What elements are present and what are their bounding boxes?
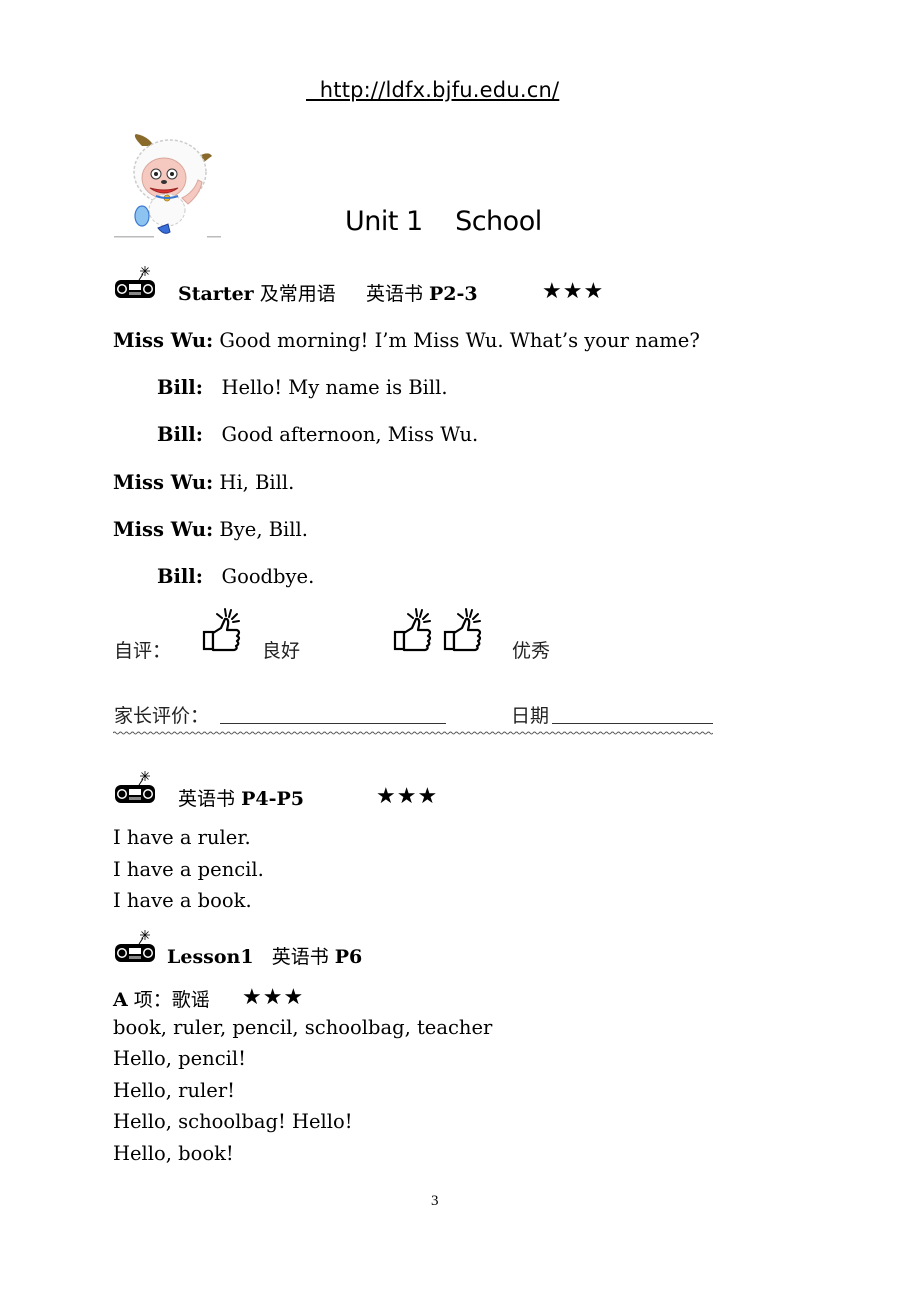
sheep-mascot-image bbox=[114, 134, 221, 238]
parent-eval-label: 家长评价： bbox=[114, 705, 210, 727]
header-url-link[interactable]: http://ldfx.bjfu.edu.cn/ bbox=[306, 78, 559, 102]
wavy-divider bbox=[113, 731, 713, 735]
dialogue-line: Miss Wu: Hi, Bill. bbox=[113, 471, 294, 494]
date-label: 日期 bbox=[511, 705, 550, 727]
part-label: A bbox=[113, 989, 128, 1011]
rating-good-label: 良好 bbox=[262, 640, 301, 662]
dialogue-text: Hello! My name is Bill. bbox=[202, 376, 448, 399]
section-title: Lesson1 bbox=[167, 946, 254, 968]
chant-line: Hello, pencil! bbox=[113, 1047, 246, 1070]
section-header-starter: Starter 及常用语 英语书 P2-3 bbox=[178, 279, 478, 306]
section-title-cn: 及常用语 bbox=[253, 283, 336, 305]
dialogue-text: Good morning! I’m Miss Wu. What’s your n… bbox=[213, 329, 700, 352]
dialogue-text: Hi, Bill. bbox=[213, 471, 295, 494]
book-pages: P6 bbox=[334, 946, 363, 968]
speaker: Bill: bbox=[157, 423, 203, 446]
dialogue-line: Miss Wu: Bye, Bill. bbox=[113, 518, 308, 541]
dialogue-line: Bill: Good afternoon, Miss Wu. bbox=[157, 423, 478, 446]
radio-icon bbox=[115, 930, 155, 962]
section-header-lesson1: Lesson1 英语书 P6 bbox=[167, 942, 362, 969]
speaker: Miss Wu: bbox=[113, 329, 214, 352]
sentence-line: I have a pencil. bbox=[113, 858, 264, 881]
speaker: Miss Wu: bbox=[113, 471, 214, 494]
thumbs-up-icon bbox=[393, 608, 432, 652]
section-title: Starter bbox=[178, 283, 254, 305]
thumbs-up-icon bbox=[202, 608, 241, 652]
book-label: 英语书 bbox=[271, 946, 329, 968]
dialogue-text: Bye, Bill. bbox=[213, 518, 308, 541]
rating-excellent-label: 优秀 bbox=[512, 640, 551, 662]
thumbs-up-icon bbox=[443, 608, 482, 652]
part-a-heading: A 项：歌谣 bbox=[113, 985, 210, 1012]
sentence-line: I have a ruler. bbox=[113, 826, 251, 849]
star-rating: ★★★ bbox=[542, 279, 605, 304]
speaker: Bill: bbox=[157, 565, 203, 588]
sentence-line: I have a book. bbox=[113, 889, 252, 912]
dialogue-line: Bill: Hello! My name is Bill. bbox=[157, 376, 448, 399]
chant-line: Hello, schoolbag! Hello! bbox=[113, 1110, 353, 1133]
dialogue-text: Good afternoon, Miss Wu. bbox=[202, 423, 479, 446]
star-rating: ★★★ bbox=[376, 784, 439, 809]
unit-title: Unit 1 School bbox=[345, 206, 542, 237]
chant-line: Hello, book! bbox=[113, 1142, 234, 1165]
dialogue-line: Bill: Goodbye. bbox=[157, 565, 314, 588]
speaker: Bill: bbox=[157, 376, 203, 399]
dialogue-text: Goodbye. bbox=[202, 565, 315, 588]
book-label: 英语书 bbox=[365, 283, 423, 305]
chant-line: book, ruler, pencil, schoolbag, teacher bbox=[113, 1016, 493, 1039]
dialogue-line: Miss Wu: Good morning! I’m Miss Wu. What… bbox=[113, 329, 700, 352]
parent-eval-field[interactable] bbox=[220, 701, 446, 724]
radio-icon bbox=[115, 266, 155, 298]
unit-name: School bbox=[455, 206, 542, 237]
self-eval-label: 自评： bbox=[114, 640, 172, 662]
speaker: Miss Wu: bbox=[113, 518, 214, 541]
chant-line: Hello, ruler! bbox=[113, 1079, 235, 1102]
radio-icon bbox=[115, 771, 155, 803]
book-pages: P4-P5 bbox=[241, 788, 304, 810]
star-rating: ★★★ bbox=[242, 985, 305, 1010]
book-pages: P2-3 bbox=[429, 283, 478, 305]
page-number: 3 bbox=[431, 1193, 439, 1209]
section-header-p4-p5: 英语书 P4-P5 bbox=[178, 784, 304, 811]
part-title-cn: 项：歌谣 bbox=[127, 989, 210, 1011]
book-label: 英语书 bbox=[178, 788, 236, 810]
unit-number: Unit 1 bbox=[345, 206, 423, 237]
date-field[interactable] bbox=[552, 701, 713, 724]
